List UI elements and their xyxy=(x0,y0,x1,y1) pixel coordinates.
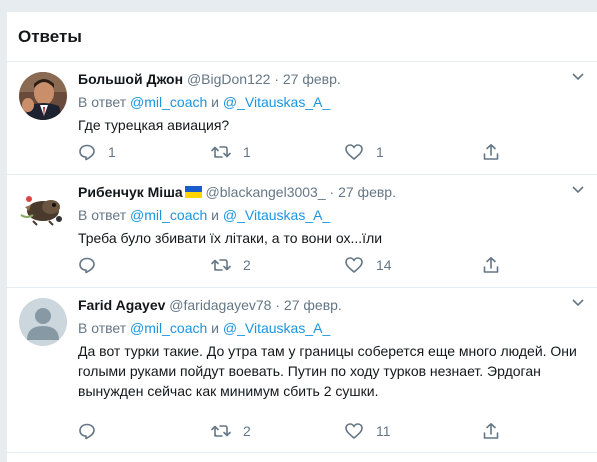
mention-link[interactable]: @mil_coach xyxy=(130,320,207,336)
reply-to-line: В ответ @mil_coach и @_Vitauskas_A_ xyxy=(78,319,582,337)
reply-to-prefix: В ответ xyxy=(78,207,127,223)
replies-title: Ответы xyxy=(18,26,82,46)
retweet-button[interactable]: 1 xyxy=(211,143,344,161)
retweet-count: 2 xyxy=(243,423,251,439)
reply-to-line: В ответ @mil_coach и @_Vitauskas_A_ xyxy=(78,93,582,111)
reply-button[interactable] xyxy=(78,256,211,274)
reply-to-prefix: В ответ xyxy=(78,94,127,110)
retweet-count: 2 xyxy=(243,257,251,273)
share-button[interactable] xyxy=(482,143,500,161)
like-button[interactable]: 11 xyxy=(344,422,477,440)
mention-link[interactable]: @_Vitauskas_A_ xyxy=(223,207,330,223)
avatar[interactable] xyxy=(19,298,67,346)
replies-panel: Ответы Большой Джон @BigDon122 · 27 февр… xyxy=(6,12,597,462)
tweet-date[interactable]: 27 февр. xyxy=(283,71,341,87)
reply-icon xyxy=(78,256,96,274)
reply-count: 1 xyxy=(108,144,116,160)
tweet-actions: 1 1 1 xyxy=(78,142,518,162)
retweet-icon xyxy=(211,422,231,440)
separator-dot: · xyxy=(274,71,279,87)
tweet-text: Где турецкая авиация? xyxy=(78,117,230,133)
retweet-count: 1 xyxy=(243,144,251,160)
ukraine-flag-icon xyxy=(184,186,202,198)
like-button[interactable]: 14 xyxy=(344,256,477,274)
separator-dot: · xyxy=(275,297,281,313)
tweet-text: Треба було збивати їх літаки, а то вони … xyxy=(78,230,383,246)
author-handle[interactable]: @BigDon122 xyxy=(187,71,271,87)
replies-header: Ответы xyxy=(7,12,597,62)
tweet[interactable]: Большой Джон @BigDon122 · 27 февр. В отв… xyxy=(7,62,597,175)
share-icon xyxy=(482,422,500,440)
share-button[interactable] xyxy=(482,256,500,274)
heart-icon xyxy=(344,143,364,161)
tweet-actions: 2 14 xyxy=(78,255,518,275)
like-count: 1 xyxy=(376,144,384,160)
retweet-icon xyxy=(211,256,231,274)
tweet-actions: 2 11 xyxy=(78,421,518,441)
reply-icon xyxy=(78,422,96,440)
tweet[interactable]: Рибенчук Міша @blackangel3003_ · 27 февр… xyxy=(7,175,597,288)
author-handle[interactable]: @blackangel3003_ xyxy=(206,184,326,200)
retweet-button[interactable]: 2 xyxy=(211,422,344,440)
reply-button[interactable] xyxy=(78,422,211,440)
heart-icon xyxy=(344,422,364,440)
reply-to-conjunction: и xyxy=(211,207,219,223)
reply-icon xyxy=(78,143,96,161)
like-button[interactable]: 1 xyxy=(344,143,477,161)
mention-link[interactable]: @_Vitauskas_A_ xyxy=(223,94,330,110)
mention-link[interactable]: @mil_coach xyxy=(130,207,207,223)
share-button[interactable] xyxy=(482,422,500,440)
reply-to-conjunction: и xyxy=(211,320,219,336)
author-name[interactable]: Рибенчук Міша xyxy=(78,184,183,200)
tweet-date[interactable]: 27 февр. xyxy=(338,184,396,200)
like-count: 11 xyxy=(376,423,391,439)
tweet-text: Да вот турки такие. До утра там у границ… xyxy=(78,343,577,399)
mention-link[interactable]: @_Vitauskas_A_ xyxy=(223,320,330,336)
avatar[interactable] xyxy=(19,185,67,233)
chevron-down-icon[interactable] xyxy=(572,294,584,312)
reply-to-prefix: В ответ xyxy=(78,320,127,336)
author-name[interactable]: Farid Agayev xyxy=(78,297,165,313)
author-name[interactable]: Большой Джон xyxy=(78,71,183,87)
share-icon xyxy=(482,256,500,274)
reply-to-conjunction: и xyxy=(211,94,219,110)
chevron-down-icon[interactable] xyxy=(572,68,584,86)
reply-button[interactable]: 1 xyxy=(78,143,211,161)
like-count: 14 xyxy=(376,257,392,273)
tweet[interactable]: Farid Agayev @faridagayev78 · 27 февр. В… xyxy=(7,288,597,453)
reply-to-line: В ответ @mil_coach и @_Vitauskas_A_ xyxy=(78,206,582,224)
share-icon xyxy=(482,143,500,161)
separator-dot: · xyxy=(329,184,335,200)
avatar[interactable] xyxy=(19,72,67,120)
retweet-icon xyxy=(211,143,231,161)
chevron-down-icon[interactable] xyxy=(572,181,584,199)
retweet-button[interactable]: 2 xyxy=(211,256,344,274)
tweet-date[interactable]: 27 февр. xyxy=(284,297,342,313)
heart-icon xyxy=(344,256,364,274)
mention-link[interactable]: @mil_coach xyxy=(130,94,207,110)
author-handle[interactable]: @faridagayev78 xyxy=(169,297,271,313)
